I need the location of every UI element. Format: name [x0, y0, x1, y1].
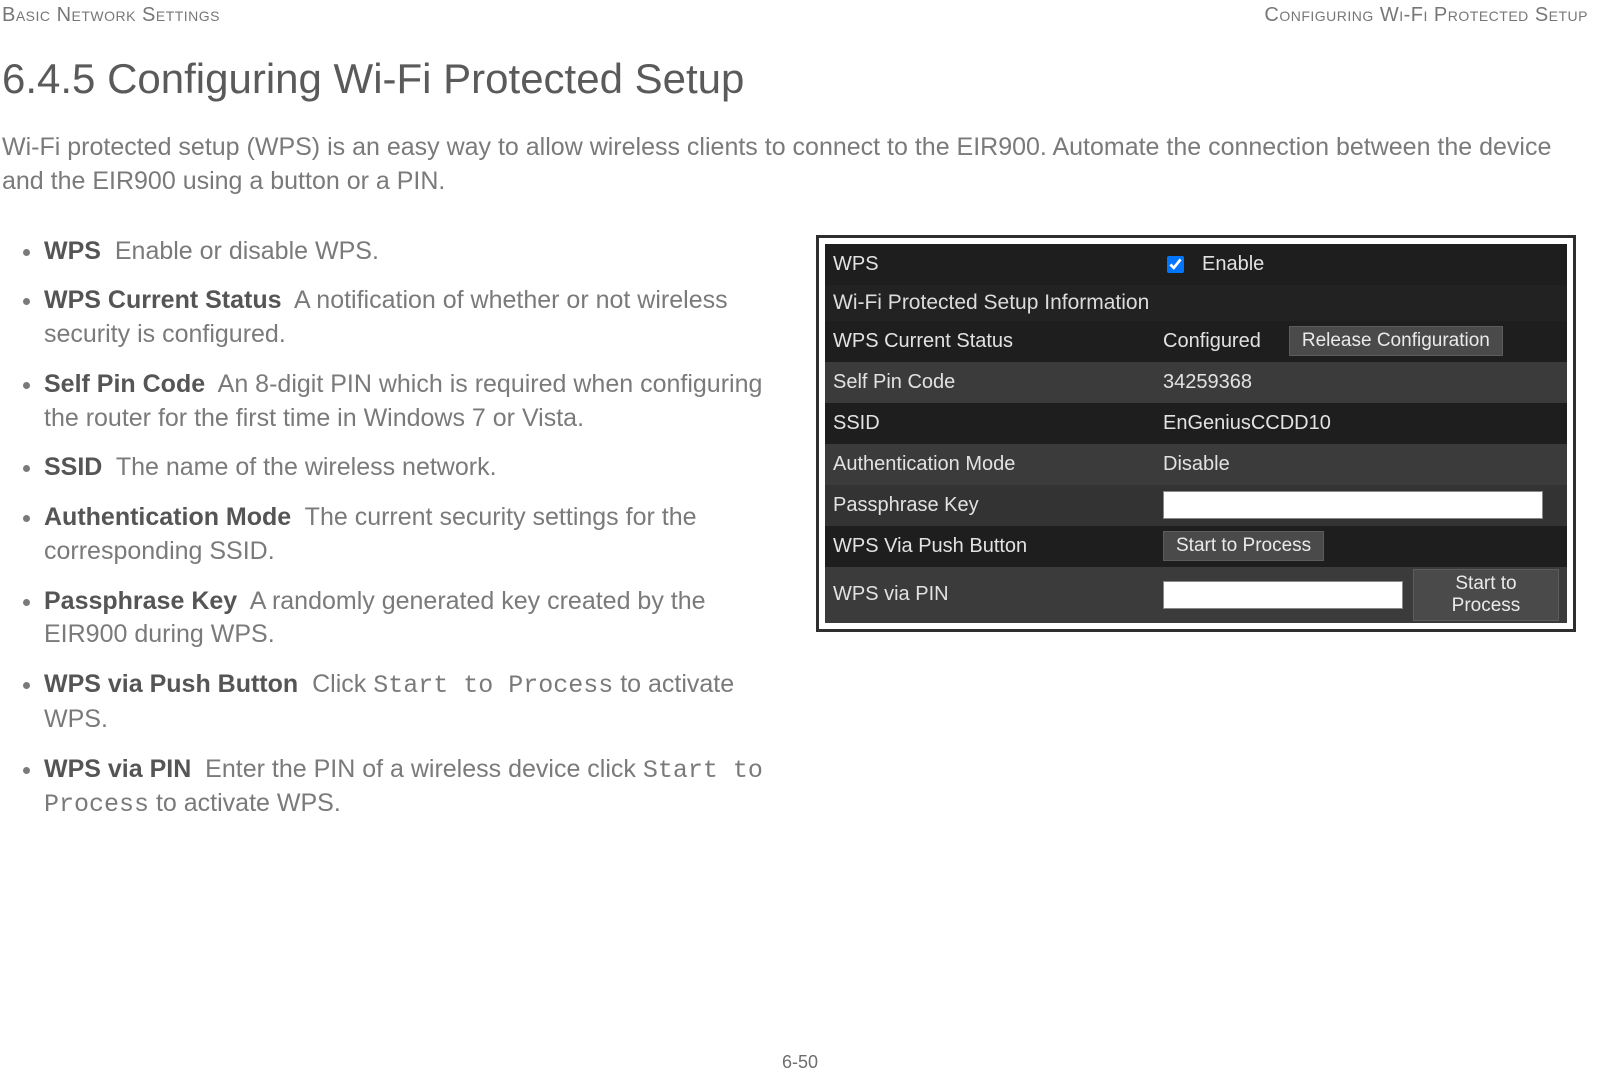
- def-desc: The name of the wireless network.: [116, 453, 497, 481]
- wps-push-start-button[interactable]: Start to Process: [1163, 531, 1324, 561]
- passphrase-input[interactable]: [1163, 491, 1543, 519]
- auth-mode-label: Authentication Mode: [833, 453, 1163, 476]
- def-post: to activate WPS.: [149, 789, 341, 817]
- wps-enable-checkbox[interactable]: [1167, 256, 1184, 273]
- def-push: WPS via Push Button Click Start to Proce…: [44, 668, 780, 737]
- def-auth: Authentication Mode The current security…: [44, 501, 780, 569]
- def-term: Authentication Mode: [44, 503, 291, 531]
- wps-pin-input[interactable]: [1163, 581, 1403, 609]
- status-value: Configured: [1163, 330, 1261, 353]
- def-term: WPS Current Status: [44, 286, 282, 314]
- header-right: Configuring Wi-Fi Protected Setup: [1264, 4, 1588, 27]
- wps-pin-label: WPS via PIN: [833, 583, 1163, 606]
- page-title: 6.4.5 Configuring Wi-Fi Protected Setup: [2, 55, 1600, 103]
- def-pre: Click: [312, 670, 373, 698]
- self-pin-value: 34259368: [1163, 371, 1252, 394]
- def-term: Self Pin Code: [44, 370, 205, 398]
- def-term: WPS: [44, 237, 101, 265]
- def-term: Passphrase Key: [44, 587, 237, 615]
- release-configuration-button[interactable]: Release Configuration: [1289, 326, 1503, 356]
- def-pin: Self Pin Code An 8-digit PIN which is re…: [44, 368, 780, 436]
- status-label: WPS Current Status: [833, 330, 1163, 353]
- page-number: 6-50: [782, 1052, 818, 1073]
- ssid-label: SSID: [833, 412, 1163, 435]
- wps-pin-start-button[interactable]: Start to Process: [1413, 569, 1559, 621]
- def-desc: Enable or disable WPS.: [115, 237, 379, 265]
- auth-mode-value: Disable: [1163, 453, 1230, 476]
- def-status: WPS Current Status A notification of whe…: [44, 284, 780, 352]
- def-pre: Enter the PIN of a wireless device click: [205, 755, 643, 783]
- def-viapin: WPS via PIN Enter the PIN of a wireless …: [44, 753, 780, 823]
- intro-paragraph: Wi-Fi protected setup (WPS) is an easy w…: [2, 131, 1588, 199]
- section-title: Wi-Fi Protected Setup Information: [825, 285, 1567, 321]
- wps-enable-label: Enable: [1202, 253, 1264, 276]
- def-pass: Passphrase Key A randomly generated key …: [44, 585, 780, 653]
- def-term: WPS via PIN: [44, 755, 191, 783]
- def-wps: WPS Enable or disable WPS.: [44, 235, 780, 269]
- def-term: SSID: [44, 453, 102, 481]
- passphrase-label: Passphrase Key: [833, 494, 1163, 517]
- def-code: Start to Process: [373, 671, 613, 700]
- self-pin-label: Self Pin Code: [833, 371, 1163, 394]
- wps-push-label: WPS Via Push Button: [833, 535, 1163, 558]
- definition-list: WPS Enable or disable WPS. WPS Current S…: [0, 235, 780, 823]
- header-left: Basic Network Settings: [2, 4, 220, 27]
- config-panel: WPS Enable Wi-Fi Protected Setup Informa…: [816, 235, 1576, 632]
- def-ssid: SSID The name of the wireless network.: [44, 451, 780, 485]
- wps-label: WPS: [833, 253, 1163, 276]
- ssid-value: EnGeniusCCDD10: [1163, 412, 1331, 435]
- def-term: WPS via Push Button: [44, 670, 298, 698]
